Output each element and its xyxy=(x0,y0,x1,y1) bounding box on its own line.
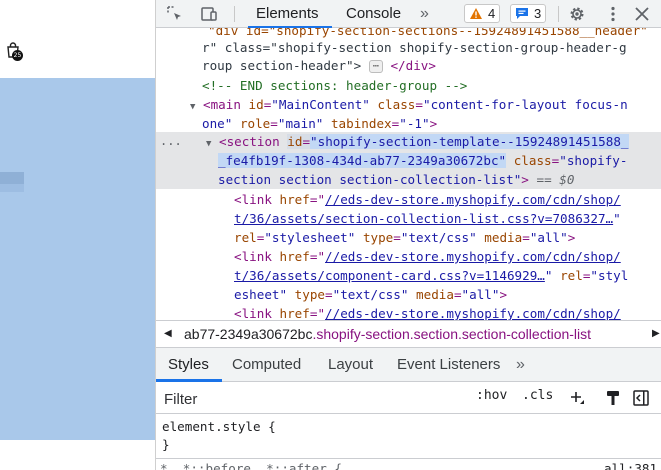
toggle-sidebar-icon[interactable] xyxy=(632,389,650,407)
node-actions-dots[interactable]: ... xyxy=(160,132,182,151)
stylesheet-link[interactable]: t/36/assets/section-collection-list.css?… xyxy=(234,211,613,226)
tab-computed[interactable]: Computed xyxy=(232,348,301,382)
issues-count: 3 xyxy=(534,6,542,21)
close-icon[interactable] xyxy=(633,5,651,23)
overlay-band xyxy=(0,184,24,192)
dom-tree: ... "div id="shopify-section-sections--1… xyxy=(156,28,661,320)
expand-triangle-icon[interactable]: ▼ xyxy=(190,102,195,112)
universal-rule-selector[interactable]: *, *::before, *::after { xyxy=(160,460,342,470)
collapsed-children-chip[interactable]: ⋯ xyxy=(368,60,383,73)
element-style-rule[interactable]: element.style { xyxy=(162,418,276,436)
class-toggle-button[interactable]: .cls xyxy=(522,388,553,403)
breadcrumb: ◀ ab77-2349a30672bc.shopify-section.sect… xyxy=(156,320,661,348)
dom-line-link[interactable]: <link href="//eds-dev-store.myshopify.co… xyxy=(234,247,621,266)
filter-input[interactable] xyxy=(164,389,454,409)
toolbar-separator xyxy=(558,6,559,22)
kebab-menu-icon[interactable] xyxy=(604,5,622,23)
gear-icon[interactable] xyxy=(568,5,586,23)
dom-line-main[interactable]: ▼ <main id="MainContent" class="content-… xyxy=(190,95,628,114)
page-viewport: 25 xyxy=(0,0,155,470)
toolbar-separator xyxy=(234,6,235,22)
rule-divider xyxy=(156,458,661,459)
dom-line-section-selected[interactable]: section section section-collection-list"… xyxy=(218,170,574,189)
dom-line-link[interactable]: t/36/assets/component-card.css?v=1146929… xyxy=(234,266,628,285)
dom-line-link[interactable]: t/36/assets/section-collection-list.css?… xyxy=(234,209,621,228)
devtools-panel: Elements Console » 4 3 ... "div id="shop… xyxy=(155,0,661,470)
breadcrumb-scroll-left-icon[interactable]: ◀ xyxy=(164,321,172,347)
inspect-element-icon[interactable] xyxy=(166,5,184,23)
dom-line-link[interactable]: rel="stylesheet" type="text/css" media="… xyxy=(234,228,575,247)
breadcrumb-scroll-right-icon[interactable]: ▶ xyxy=(652,321,660,347)
rule-closing-brace: } xyxy=(162,437,170,452)
dom-line[interactable]: r" class="shopify-section shopify-sectio… xyxy=(202,38,627,57)
tab-styles[interactable]: Styles xyxy=(168,348,209,382)
styles-filter-bar: :hov .cls xyxy=(156,382,661,414)
breadcrumb-item[interactable]: ab77-2349a30672bc.shopify-section.sectio… xyxy=(184,321,591,347)
paint-roller-icon[interactable] xyxy=(604,389,622,407)
expand-triangle-icon[interactable]: ▼ xyxy=(206,139,211,149)
devtools-toolbar: Elements Console » 4 3 xyxy=(156,0,661,28)
more-tabs-button[interactable]: » xyxy=(420,0,429,28)
warnings-badge[interactable]: 4 xyxy=(464,4,501,23)
dom-line[interactable]: roup section-header"> ⋯ </div> xyxy=(202,56,436,75)
issues-badge[interactable]: 3 xyxy=(510,4,547,23)
stylesheet-link[interactable]: //eds-dev-store.myshopify.com/cdn/shop/ xyxy=(325,306,621,320)
dom-line-link[interactable]: esheet" type="text/css" media="all"> xyxy=(234,285,507,304)
selected-node-marker: == $0 xyxy=(536,172,575,187)
stylesheet-link[interactable]: //eds-dev-store.myshopify.com/cdn/shop/ xyxy=(325,249,621,264)
dom-line-link[interactable]: <link href="//eds-dev-store.myshopify.co… xyxy=(234,190,621,209)
styles-pane-tabs: Styles Computed Layout Event Listeners » xyxy=(156,348,661,382)
more-tabs-button[interactable]: » xyxy=(516,348,525,382)
tab-elements[interactable]: Elements xyxy=(256,0,319,28)
dom-line-section-selected[interactable]: _fe4fb19f-1308-434d-ab77-2349a30672bc" c… xyxy=(218,151,627,170)
rule-source-link[interactable]: all:381 xyxy=(604,460,657,470)
tab-console[interactable]: Console xyxy=(346,0,401,28)
dom-line-section-selected[interactable]: ▼ <section id="shopify-section-template-… xyxy=(206,132,629,151)
warnings-count: 4 xyxy=(488,6,496,21)
hover-state-button[interactable]: :hov xyxy=(476,388,507,403)
warning-icon xyxy=(470,8,482,19)
dom-line[interactable]: <!-- END sections: header-group --> xyxy=(202,76,467,95)
dom-line-link[interactable]: <link href="//eds-dev-store.myshopify.co… xyxy=(234,304,621,320)
cart-count-badge: 25 xyxy=(12,50,23,61)
stylesheet-link[interactable]: t/36/assets/component-card.css?v=1146929… xyxy=(234,268,545,283)
inspected-element-overlay xyxy=(0,78,155,440)
stylesheet-link[interactable]: //eds-dev-store.myshopify.com/cdn/shop/ xyxy=(325,192,621,207)
tab-layout[interactable]: Layout xyxy=(328,348,373,382)
style-rules: element.style { } *, *::before, *::after… xyxy=(156,414,661,470)
message-icon xyxy=(516,8,528,19)
device-toolbar-icon[interactable] xyxy=(200,5,218,23)
add-rule-icon[interactable] xyxy=(568,389,586,407)
overlay-band xyxy=(0,172,24,184)
dom-line[interactable]: one" role="main" tabindex="-1"> xyxy=(202,114,437,133)
tab-event-listeners[interactable]: Event Listeners xyxy=(397,348,500,382)
